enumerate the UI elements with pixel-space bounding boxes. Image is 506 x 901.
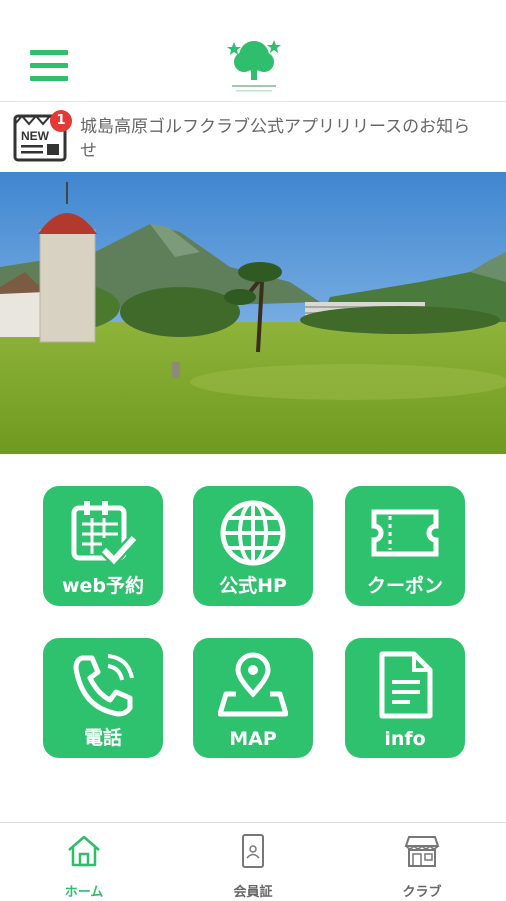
phone-button[interactable]: 電話 xyxy=(43,638,163,758)
notification-badge: 1 xyxy=(50,110,72,132)
tree-logo-icon xyxy=(227,40,281,92)
home-icon xyxy=(68,835,100,867)
news-banner[interactable]: NEW 城島高原ゴルフクラブ公式アプリリリースのお知らせ xyxy=(0,101,506,173)
member-card-icon xyxy=(242,834,264,868)
map-pin-icon xyxy=(218,652,288,717)
phone-label: 電話 xyxy=(83,727,122,749)
map-button[interactable]: MAP xyxy=(193,638,313,758)
golf-course-photo xyxy=(0,172,506,454)
tab-member-card-label: 会員証 xyxy=(233,885,273,900)
news-title[interactable]: 城島高原ゴルフクラブ公式アプリリリースのお知らせ xyxy=(80,115,480,163)
info-label: info xyxy=(384,728,426,750)
official-hp-button[interactable]: 公式HP xyxy=(193,486,313,606)
store-icon xyxy=(404,836,440,867)
coupon-button[interactable]: クーポン xyxy=(345,486,465,606)
web-reservation-label: web予約 xyxy=(61,575,145,597)
tab-club[interactable]: クラブ xyxy=(338,823,506,901)
web-reservation-button[interactable]: web予約 xyxy=(43,486,163,606)
news-icon-text: NEW xyxy=(21,129,50,143)
official-hp-label: 公式HP xyxy=(219,575,287,597)
tab-member-card[interactable]: 会員証 xyxy=(169,823,337,901)
app-header xyxy=(0,0,506,101)
info-button[interactable]: info xyxy=(345,638,465,758)
ticket-icon xyxy=(371,509,439,557)
bottom-tab-bar: ホーム 会員証 クラブ xyxy=(0,822,506,901)
coupon-label: クーポン xyxy=(366,575,443,597)
hamburger-menu-icon[interactable] xyxy=(30,50,68,84)
tab-home[interactable]: ホーム xyxy=(0,823,168,901)
phone-icon xyxy=(73,654,134,717)
document-icon xyxy=(379,651,433,719)
calendar-check-icon xyxy=(71,501,138,568)
tab-club-label: クラブ xyxy=(402,885,442,900)
globe-icon xyxy=(220,500,286,566)
tab-home-label: ホーム xyxy=(64,885,104,900)
map-label: MAP xyxy=(229,728,277,750)
